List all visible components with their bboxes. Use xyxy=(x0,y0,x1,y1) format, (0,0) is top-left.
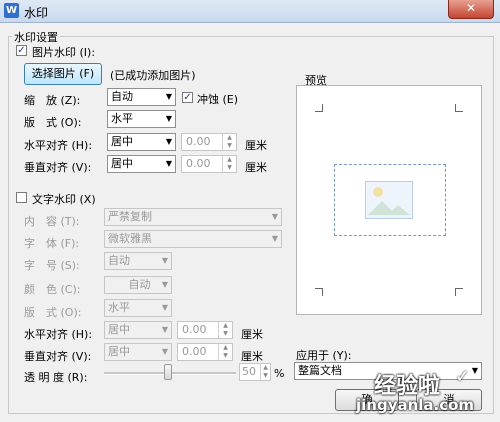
spinner-arrows-icon: ▲ ▼ xyxy=(218,322,232,338)
picture-v-unit: 厘米 xyxy=(245,161,267,174)
washout-label: 冲蚀 (E) xyxy=(197,93,239,106)
spinner-arrows-icon: ▲ ▼ xyxy=(218,344,232,360)
font-value: 微软雅黑 xyxy=(108,232,152,245)
check-icon: ✓ xyxy=(455,366,471,387)
color-label: 颜 色 (C): xyxy=(24,283,81,296)
watermark-placeholder-box xyxy=(334,164,446,236)
content-value: 严禁复制 xyxy=(108,210,152,223)
content-label: 内 容 (T): xyxy=(24,215,80,228)
color-select[interactable]: 自动 ▼ xyxy=(104,276,172,294)
chevron-down-icon: ▼ xyxy=(165,159,172,168)
window-title: 水印 xyxy=(24,6,49,20)
scale-select[interactable]: 自动 ▼ xyxy=(107,88,176,106)
chevron-down-icon: ▼ xyxy=(271,234,278,243)
chevron-down-icon: ▼ xyxy=(161,325,168,334)
font-select[interactable]: 微软雅黑 ▼ xyxy=(104,230,282,248)
scale-value: 自动 xyxy=(111,90,133,103)
text-h-offset-spinner[interactable]: 0.00 ▲ ▼ xyxy=(177,321,233,339)
apply-to-label: 应用于 (Y): xyxy=(296,349,352,362)
margin-corner-mark xyxy=(315,104,323,112)
scale-label: 缩 放 (Z): xyxy=(24,94,81,107)
picture-h-unit: 厘米 xyxy=(245,139,267,152)
chevron-down-icon: ▼ xyxy=(161,303,168,312)
text-v-unit: 厘米 xyxy=(241,350,263,363)
picture-h-offset-value: 0.00 xyxy=(186,135,211,148)
picture-h-align-label: 水平对齐 (H): xyxy=(24,139,93,152)
spinner-arrows-icon: ▲ ▼ xyxy=(222,156,236,172)
apply-to-value: 整篇文档 xyxy=(298,364,342,377)
font-label: 字 体 (F): xyxy=(24,237,80,250)
text-v-align-label: 垂直对齐 (V): xyxy=(24,350,92,363)
text-v-offset-value: 0.00 xyxy=(182,345,207,358)
text-layout-label: 版 式 (O): xyxy=(24,306,82,319)
chevron-down-icon: ▼ xyxy=(161,256,168,265)
chevron-down-icon: ▼ xyxy=(165,137,172,146)
choose-picture-button[interactable]: 选择图片 (F) xyxy=(24,63,102,85)
chevron-down-icon: ▼ xyxy=(471,366,478,375)
text-watermark-label: 文字水印 (X) xyxy=(32,193,96,206)
content-combobox[interactable]: 严禁复制 ▼ xyxy=(104,208,282,226)
app-icon: W xyxy=(4,3,19,18)
title-bar xyxy=(0,0,500,23)
chevron-down-icon: ▼ xyxy=(161,280,168,289)
image-placeholder-icon xyxy=(365,181,413,219)
text-h-align-label: 水平对齐 (H): xyxy=(24,328,93,341)
picture-v-align-value: 居中 xyxy=(111,157,133,170)
group-title: 水印设置 xyxy=(12,29,60,45)
text-h-align-value: 居中 xyxy=(108,323,130,336)
picture-watermark-label: 图片水印 (I): xyxy=(32,46,96,59)
transparency-unit: % xyxy=(274,367,285,380)
chevron-down-icon: ▼ xyxy=(165,92,172,101)
picture-watermark-checkbox[interactable]: ✓ xyxy=(16,45,27,56)
close-button[interactable]: ✕ xyxy=(448,0,494,19)
text-h-align-select[interactable]: 居中 ▼ xyxy=(104,321,172,339)
transparency-value: 50 xyxy=(242,365,256,378)
size-value: 自动 xyxy=(108,254,130,267)
picture-layout-label: 版 式 (O): xyxy=(24,116,82,129)
text-layout-value: 水平 xyxy=(108,301,130,314)
picture-h-align-value: 居中 xyxy=(111,135,133,148)
text-h-offset-value: 0.00 xyxy=(182,323,207,336)
transparency-slider-thumb[interactable] xyxy=(164,364,172,380)
transparency-spinner[interactable]: 50 ▲ ▼ xyxy=(239,363,271,381)
margin-corner-mark xyxy=(455,288,463,296)
picture-v-offset-spinner[interactable]: 0.00 ▲ ▼ xyxy=(181,155,237,173)
picture-status-text: (已成功添加图片) xyxy=(110,69,196,82)
washout-checkbox[interactable]: ✓ xyxy=(182,92,193,103)
spinner-arrows-icon: ▲ ▼ xyxy=(260,364,270,380)
text-layout-select[interactable]: 水平 ▼ xyxy=(104,299,172,317)
picture-v-offset-value: 0.00 xyxy=(186,157,211,170)
picture-v-align-label: 垂直对齐 (V): xyxy=(24,161,92,174)
size-select[interactable]: 自动 ▼ xyxy=(104,252,172,270)
picture-h-offset-spinner[interactable]: 0.00 ▲ ▼ xyxy=(181,133,237,151)
text-v-align-value: 居中 xyxy=(108,345,130,358)
margin-corner-mark xyxy=(455,104,463,112)
transparency-label: 透 明 度 (R): xyxy=(24,371,88,384)
preview-panel xyxy=(296,85,482,315)
text-h-unit: 厘米 xyxy=(241,328,263,341)
picture-layout-select[interactable]: 水平 ▼ xyxy=(107,110,176,128)
picture-layout-value: 水平 xyxy=(111,112,133,125)
site-watermark-url: jingyanla.com xyxy=(356,396,475,414)
text-v-offset-spinner[interactable]: 0.00 ▲ ▼ xyxy=(177,343,233,361)
spinner-arrows-icon: ▲ ▼ xyxy=(222,134,236,150)
color-value: 自动 xyxy=(128,278,151,291)
size-label: 字 号 (S): xyxy=(24,259,80,272)
text-watermark-checkbox[interactable] xyxy=(16,192,27,203)
chevron-down-icon: ▼ xyxy=(161,347,168,356)
text-v-align-select[interactable]: 居中 ▼ xyxy=(104,343,172,361)
margin-corner-mark xyxy=(315,288,323,296)
chevron-down-icon: ▼ xyxy=(271,212,278,221)
picture-v-align-select[interactable]: 居中 ▼ xyxy=(107,155,176,173)
picture-h-align-select[interactable]: 居中 ▼ xyxy=(107,133,176,151)
chevron-down-icon: ▼ xyxy=(165,114,172,123)
